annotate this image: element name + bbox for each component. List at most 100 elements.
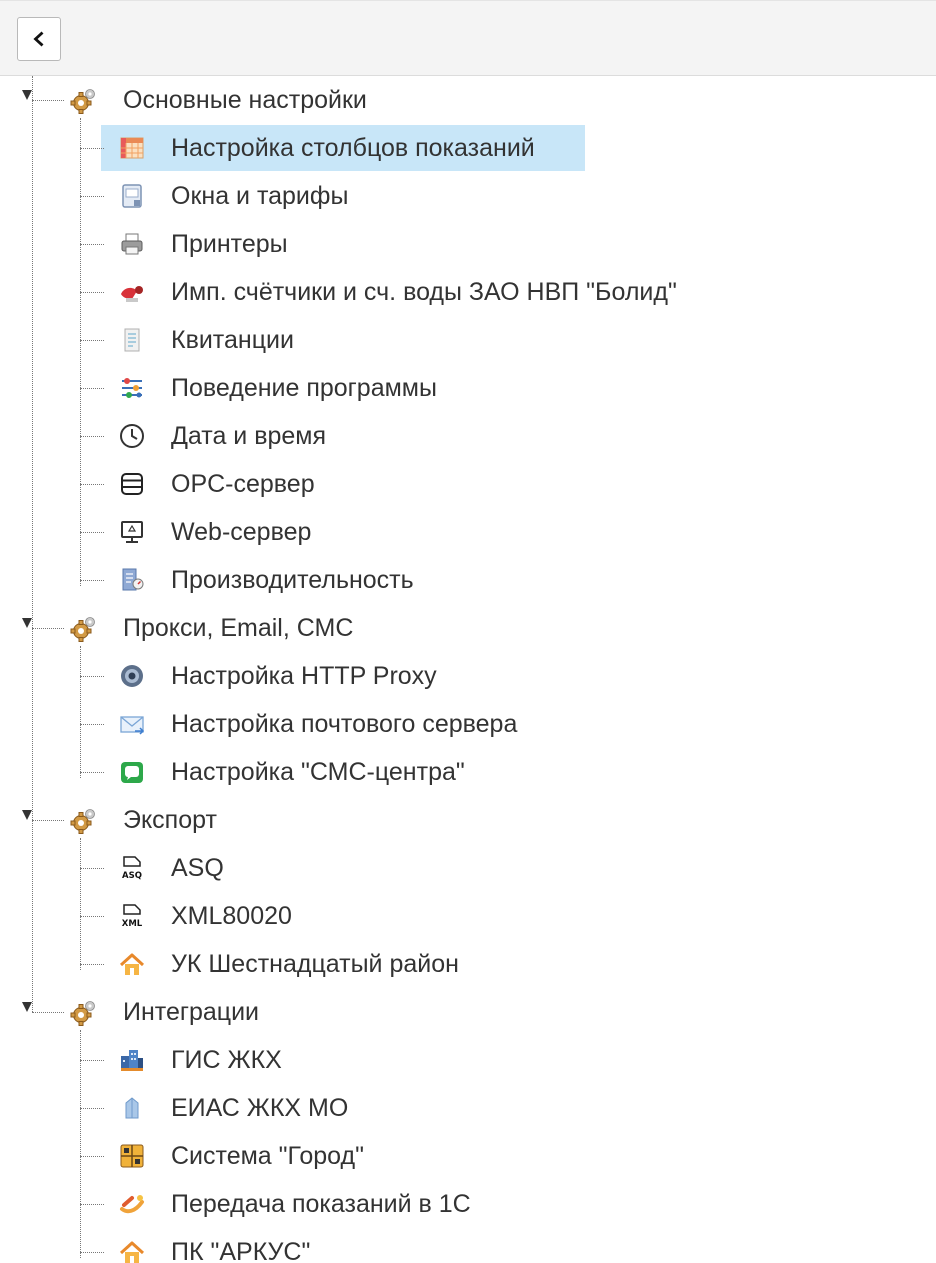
tree-group-label: Экспорт bbox=[123, 806, 217, 834]
printer-icon bbox=[118, 230, 146, 258]
server-icon bbox=[118, 470, 146, 498]
gear-icon bbox=[70, 614, 98, 642]
asq-file-icon: ASQ bbox=[118, 854, 146, 882]
tree-item-label: УК Шестнадцатый район bbox=[171, 950, 459, 978]
tree-group[interactable]: Основные настройки bbox=[0, 76, 936, 124]
tree-item[interactable]: Настройка почтового сервера bbox=[0, 700, 936, 748]
tree-connector bbox=[80, 388, 104, 389]
tree-connector bbox=[80, 868, 104, 869]
tree-connector bbox=[80, 148, 104, 149]
eias-icon bbox=[118, 1094, 146, 1122]
tree-item[interactable]: OPC-сервер bbox=[0, 460, 936, 508]
tree-connector bbox=[32, 100, 64, 101]
tree-item[interactable]: Поведение программы bbox=[0, 364, 936, 412]
svg-text:ASQ: ASQ bbox=[122, 871, 142, 881]
tree-item-label: Настройка столбцов показаний bbox=[171, 134, 535, 162]
window-icon bbox=[118, 182, 146, 210]
tree-connector bbox=[32, 820, 64, 821]
tree-connector bbox=[80, 1156, 104, 1157]
house-icon bbox=[118, 1238, 146, 1263]
tree-item[interactable]: ASQ ASQ bbox=[0, 844, 936, 892]
tree-connector bbox=[80, 772, 104, 773]
tree-connector bbox=[80, 580, 104, 581]
xml-file-icon: XML bbox=[118, 902, 146, 930]
tree-item[interactable]: XML XML80020 bbox=[0, 892, 936, 940]
expand-toggle-icon[interactable] bbox=[22, 810, 32, 820]
gear-icon bbox=[70, 806, 98, 834]
tree-item-label: Передача показаний в 1С bbox=[171, 1190, 471, 1218]
clock-icon bbox=[118, 422, 146, 450]
tree-connector bbox=[32, 628, 64, 629]
monitor-icon bbox=[118, 518, 146, 546]
tree-item-label: Поведение программы bbox=[171, 374, 437, 402]
sms-icon bbox=[118, 758, 146, 786]
tree-item-label: OPC-сервер bbox=[171, 470, 315, 498]
tree-item-label: Дата и время bbox=[171, 422, 327, 450]
tree-item-label: Система "Город" bbox=[171, 1142, 364, 1170]
tree-connector bbox=[80, 676, 104, 677]
tree-connector bbox=[80, 1108, 104, 1109]
tree-connector bbox=[80, 1204, 104, 1205]
tree-item[interactable]: Окна и тарифы bbox=[0, 172, 936, 220]
settings-tree: Основные настройки Настройка столбцов пок… bbox=[0, 76, 936, 1263]
tree-item[interactable]: Квитанции bbox=[0, 316, 936, 364]
tree-item[interactable]: УК Шестнадцатый район bbox=[0, 940, 936, 988]
tree-item[interactable]: ПК "АРКУС" bbox=[0, 1228, 936, 1263]
buildings-icon bbox=[118, 1046, 146, 1074]
tree-connector bbox=[80, 436, 104, 437]
tree-item-label: Имп. счётчики и сч. воды ЗАО НВП "Болид" bbox=[171, 278, 677, 306]
behavior-settings-icon bbox=[118, 374, 146, 402]
tree-connector bbox=[80, 244, 104, 245]
tree-item-label: XML80020 bbox=[171, 902, 292, 930]
tree-item[interactable]: Система "Город" bbox=[0, 1132, 936, 1180]
tree-item-label: Web-сервер bbox=[171, 518, 312, 546]
tree-item[interactable]: Настройка столбцов показаний bbox=[0, 124, 936, 172]
receipt-icon bbox=[118, 326, 146, 354]
gear-icon bbox=[70, 86, 98, 114]
performance-icon bbox=[118, 566, 146, 594]
tree-item[interactable]: Передача показаний в 1С bbox=[0, 1180, 936, 1228]
tree-group-label: Основные настройки bbox=[123, 86, 367, 114]
tree-item[interactable]: ГИС ЖКХ bbox=[0, 1036, 936, 1084]
tree-group-label: Прокси, Email, СМС bbox=[123, 614, 354, 642]
tree-item[interactable]: Дата и время bbox=[0, 412, 936, 460]
tree-item[interactable]: Web-сервер bbox=[0, 508, 936, 556]
tree-connector bbox=[80, 916, 104, 917]
mail-icon bbox=[118, 710, 146, 738]
tree-item-label: ПК "АРКУС" bbox=[171, 1238, 311, 1263]
tree-connector bbox=[80, 964, 104, 965]
transfer-icon bbox=[118, 1190, 146, 1218]
city-system-icon bbox=[118, 1142, 146, 1170]
tree-connector bbox=[80, 292, 104, 293]
tree-item[interactable]: Принтеры bbox=[0, 220, 936, 268]
expand-toggle-icon[interactable] bbox=[22, 90, 32, 100]
tree-item-label: Квитанции bbox=[171, 326, 294, 354]
tree-connector bbox=[80, 340, 104, 341]
tree-item-label: Принтеры bbox=[171, 230, 288, 258]
tree-item-label: ГИС ЖКХ bbox=[171, 1046, 282, 1074]
tree-item-label: Настройка "СМС-центра" bbox=[171, 758, 465, 786]
house-icon bbox=[118, 950, 146, 978]
tree-group[interactable]: Интеграции bbox=[0, 988, 936, 1036]
tree-item-label: ASQ bbox=[171, 854, 224, 882]
tree-item[interactable]: Производительность bbox=[0, 556, 936, 604]
tree-item[interactable]: Настройка HTTP Proxy bbox=[0, 652, 936, 700]
tree-connector bbox=[32, 1012, 64, 1013]
tree-group[interactable]: Прокси, Email, СМС bbox=[0, 604, 936, 652]
back-button[interactable] bbox=[17, 17, 61, 61]
table-columns-icon bbox=[118, 134, 146, 162]
tree-connector bbox=[80, 1252, 104, 1253]
tree-connector bbox=[80, 532, 104, 533]
tree-item[interactable]: Имп. счётчики и сч. воды ЗАО НВП "Болид" bbox=[0, 268, 936, 316]
tree-item[interactable]: ЕИАС ЖКХ МО bbox=[0, 1084, 936, 1132]
tree-group[interactable]: Экспорт bbox=[0, 796, 936, 844]
expand-toggle-icon[interactable] bbox=[22, 618, 32, 628]
tree-item-label: Настройка почтового сервера bbox=[171, 710, 518, 738]
svg-text:XML: XML bbox=[122, 919, 143, 929]
tree-connector bbox=[80, 196, 104, 197]
tree-item[interactable]: Настройка "СМС-центра" bbox=[0, 748, 936, 796]
meter-icon bbox=[118, 278, 146, 306]
gear-icon bbox=[70, 998, 98, 1026]
expand-toggle-icon[interactable] bbox=[22, 1002, 32, 1012]
tree-connector bbox=[80, 724, 104, 725]
